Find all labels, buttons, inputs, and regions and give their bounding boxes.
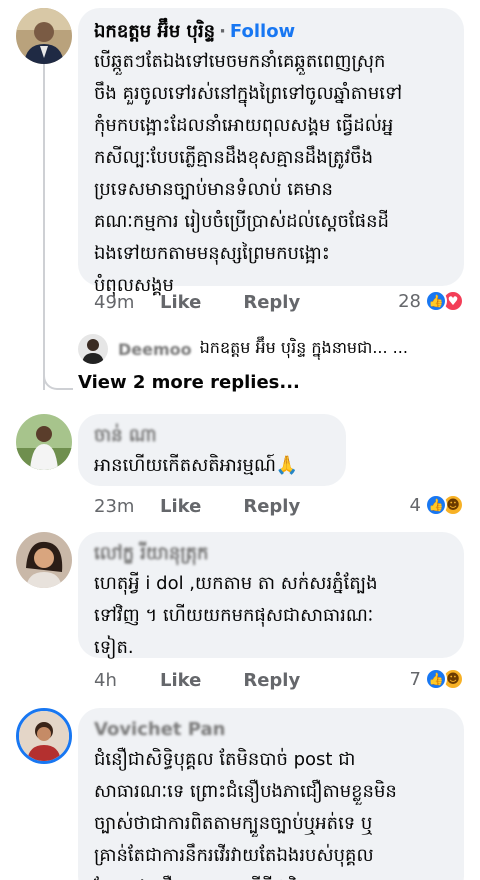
comment-author[interactable]: ឯកឧត្តម អ៊ឹម បុរិន្ទ (94, 21, 215, 42)
comment-bubble: ឯកឧត្តម អ៊ឹម បុរិន្ទ · Follow បើឆ្កួតៗតែឯង… (78, 8, 464, 296)
comment-time[interactable]: 49m (94, 292, 160, 313)
reply-preview[interactable]: Deemoo ឯកឧត្តម អ៊ឹម បុរិន្ទ ក្នុងនាមជា..… (78, 332, 408, 366)
reaction-count: 4 (409, 494, 421, 516)
comment-author[interactable]: ចាន់ ណា (94, 424, 328, 448)
comment-time[interactable]: 4h (94, 670, 160, 691)
view-more-replies-link[interactable]: View 2 more replies... (78, 372, 300, 393)
comment-text: បើឆ្កួតៗតែឯងទៅមេចមកនាំគេឆ្កួតពេញស្រុក ចឹ… (94, 46, 446, 302)
like-button[interactable]: Like (160, 670, 201, 691)
reply-author[interactable]: Deemoo (118, 340, 192, 359)
comment-bubble: ចាន់ ណា អានហើយកើតសតិអារម្មណ៍🙏 (78, 414, 346, 486)
reaction-count: 7 (409, 668, 421, 690)
reply-text: ឯកឧត្តម អ៊ឹម បុរិន្ទ ក្នុងនាមជា... ... (199, 338, 408, 357)
reaction-count: 28 (398, 290, 421, 312)
avatar[interactable] (16, 8, 72, 64)
comment-line: កុំមកបង្អោះដែលនាំអោយពុលសង្គម ធ្វើដល់អ្ន (94, 115, 394, 136)
comment-actions: 23m Like Reply (94, 496, 342, 517)
comment-line: ជំនឿជាសិទ្ធិបុគ្គល តែមិនបាច់ post ជា (94, 749, 356, 770)
comment-text: អានហើយកើតសតិអារម្មណ៍🙏 (94, 450, 328, 482)
avatar[interactable] (16, 532, 72, 588)
comment-bubble: លៅក្ខ រីយានុត្រុក ហេតុអ្វី i dol ,យកតាម … (78, 532, 464, 658)
separator-dot: · (219, 21, 226, 42)
comment-line: ទៀត. (94, 637, 134, 658)
follow-button[interactable]: Follow (230, 21, 295, 42)
thread-line (43, 60, 45, 390)
reply-button[interactable]: Reply (243, 670, 300, 691)
comment-line: ទៅវិញ ។ ហើយយកមកផុសជាសាធារណៈ (94, 605, 374, 626)
like-button[interactable]: Like (160, 292, 201, 313)
comment-line: សាធារណៈទេ ព្រោះជំនឿបងភាជឿតាមខ្លួនមិន (94, 781, 397, 802)
reaction-summary[interactable]: 28 👍 ♥ (398, 290, 464, 312)
comment-actions: 49m Like Reply (94, 292, 342, 313)
comment-text: ហេតុអ្វី i dol ,យកតាម តា សក់សរភ្នំត្បែង … (94, 568, 446, 664)
avatar[interactable] (16, 414, 72, 470)
comment-line: ដែលបងជឿនោះ ... សម្ដីអ្វីជាវិធានតាម (94, 872, 446, 880)
comment-author-line: ឯកឧត្តម អ៊ឹម បុរិន្ទ · Follow (94, 20, 446, 44)
comment-line: គណៈកម្មការ រៀបចំប្រើប្រាស់ដល់ស្តេចផែនដី (94, 211, 389, 232)
comment-line: ហេតុអ្វី i dol ,យកតាម តា សក់សរភ្នំត្បែង (94, 573, 378, 594)
comment-line: ច្បាស់ថាជាការពិតតាមក្បួនច្បាប់ឬអត់ទេ ឬ (94, 813, 373, 834)
comment-author[interactable]: Vovichet Pan (94, 718, 446, 742)
like-reaction-icon: 👍 (425, 290, 447, 312)
comment-line: ប្រទេសមានច្បាប់មានទំលាប់ គេមាន (94, 179, 333, 200)
comment-author[interactable]: លៅក្ខ រីយានុត្រុក (94, 542, 446, 566)
avatar[interactable] (78, 334, 108, 364)
comment-bubble: Vovichet Pan ជំនឿជាសិទ្ធិបុគ្គល តែមិនបាច… (78, 708, 464, 880)
reaction-summary[interactable]: 4 👍 ☻ (410, 494, 464, 516)
comment-line: កសីល្បៈបែបភ្លើគ្មានដឹងខុសគ្មានដឹងត្រូវចឹ… (94, 147, 374, 168)
reply-button[interactable]: Reply (243, 496, 300, 517)
comment-text: ជំនឿជាសិទ្ធិបុគ្គល តែមិនបាច់ post ជា សាធ… (94, 744, 446, 880)
comment-line: អានហើយកើតសតិអារម្មណ៍🙏 (94, 455, 299, 476)
thread-curve (43, 360, 73, 390)
comment-line: ចឹង គួរចូលទៅរស់នៅក្នុងព្រៃទៅចូលឆ្នាំតាមទ… (94, 83, 403, 104)
like-reaction-icon: 👍 (425, 494, 447, 516)
comment-line: គ្រាន់តែជាការនឹករវើរវាយតែឯងរបស់បុគ្គល (94, 845, 374, 866)
comment-line: ឯងទៅយកតាមមនុស្សព្រៃមកបង្អោះ (94, 243, 330, 264)
comment-time[interactable]: 23m (94, 496, 160, 517)
avatar[interactable] (16, 708, 72, 764)
reply-button[interactable]: Reply (243, 292, 300, 313)
comment-line: បើឆ្កួតៗតែឯងទៅមេចមកនាំគេឆ្កួតពេញស្រុក (94, 51, 386, 72)
reaction-summary[interactable]: 7 👍 ☻ (410, 668, 464, 690)
like-reaction-icon: 👍 (425, 668, 447, 690)
comment-actions: 4h Like Reply (94, 670, 342, 691)
like-button[interactable]: Like (160, 496, 201, 517)
